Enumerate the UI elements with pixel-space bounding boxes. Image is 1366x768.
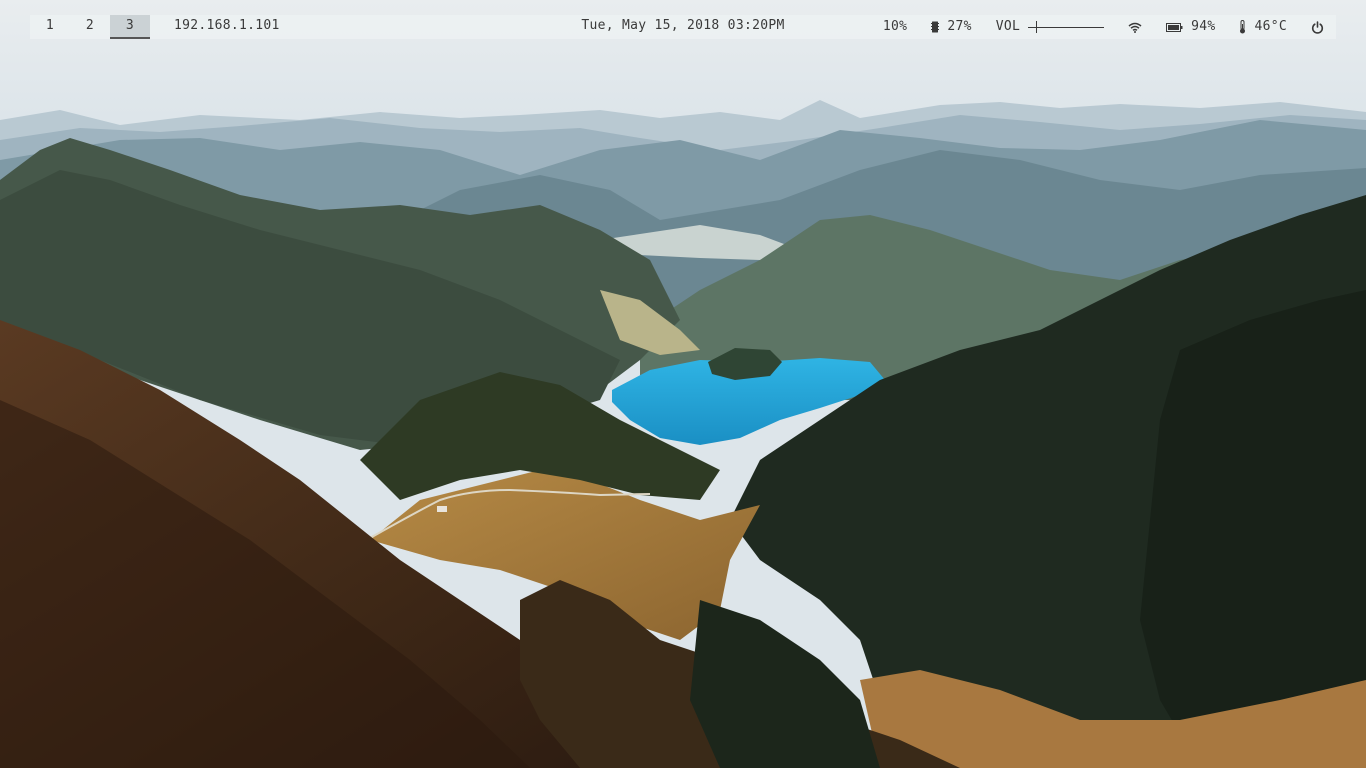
volume-track — [1028, 27, 1105, 28]
power-icon[interactable] — [1311, 20, 1324, 34]
clock-datetime[interactable]: Tue, May 15, 2018 03:20PM — [581, 18, 784, 33]
workspace-1-button[interactable]: 1 — [30, 15, 70, 39]
volume-knob[interactable] — [1036, 21, 1038, 33]
wifi-module[interactable] — [1128, 22, 1142, 33]
wallpaper-landscape — [0, 0, 1366, 768]
workspace-3-button[interactable]: 3 — [110, 15, 150, 39]
desktop: 1 2 3 192.168.1.101 Tue, May 15, 2018 03… — [0, 0, 1366, 768]
battery-module: 94% — [1166, 16, 1215, 38]
volume-module[interactable]: VOL — [995, 16, 1105, 38]
workspace-2-button[interactable]: 2 — [70, 15, 110, 39]
cpu-temperature: 46°C — [1254, 19, 1287, 34]
volume-label: VOL — [995, 19, 1021, 34]
memory-icon — [931, 21, 940, 33]
cpu-usage: 10% — [882, 19, 908, 34]
ip-address: 192.168.1.101 — [174, 18, 280, 33]
thermometer-icon — [1239, 20, 1246, 34]
temperature-module: 46°C — [1239, 16, 1287, 38]
volume-slider[interactable] — [1028, 21, 1105, 33]
memory-module: 27% — [931, 16, 971, 38]
battery-icon — [1166, 22, 1183, 32]
memory-usage: 27% — [947, 19, 972, 34]
wifi-icon[interactable] — [1128, 22, 1142, 33]
power-module[interactable] — [1311, 20, 1324, 34]
top-status-bar: 1 2 3 192.168.1.101 Tue, May 15, 2018 03… — [30, 15, 1336, 39]
status-modules: 10% 27% VOL 94% 46°C — [883, 15, 1324, 39]
battery-level: 94% — [1191, 19, 1216, 34]
cpu-module: 10% — [883, 16, 907, 38]
workspace-switcher: 1 2 3 — [30, 15, 150, 39]
